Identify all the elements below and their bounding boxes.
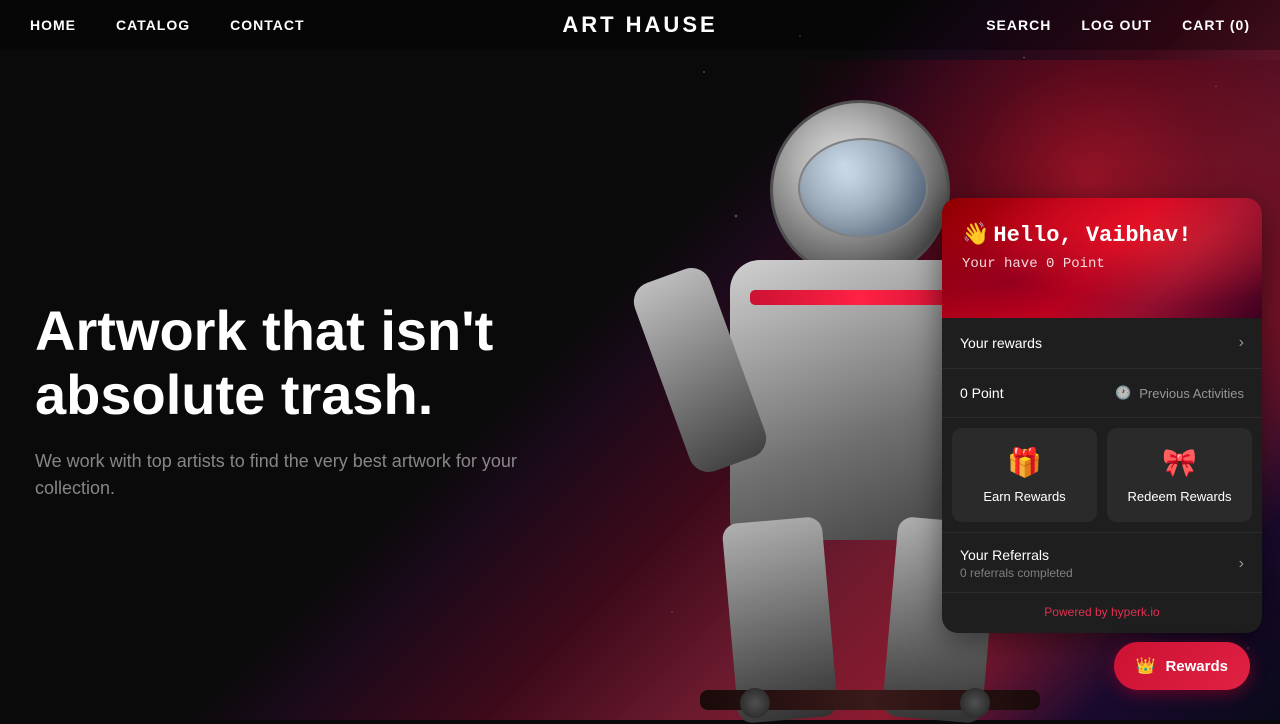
navigation: HOME CATALOG CONTACT ART HAUSE SEARCH LO… bbox=[0, 0, 1280, 50]
earn-rewards-card[interactable]: 🎁 Earn Rewards bbox=[952, 428, 1097, 522]
redeem-rewards-card[interactable]: 🎀 Redeem Rewards bbox=[1107, 428, 1252, 522]
referrals-label: Your Referrals bbox=[960, 547, 1073, 563]
nav-home[interactable]: HOME bbox=[30, 17, 76, 33]
nav-catalog[interactable]: CATALOG bbox=[116, 17, 190, 33]
nav-contact[interactable]: CONTACT bbox=[230, 17, 304, 33]
rewards-body: Your rewards › 0 Point 🕐 Previous Activi… bbox=[942, 318, 1262, 592]
referrals-sub: 0 referrals completed bbox=[960, 566, 1073, 580]
nav-logout[interactable]: LOG OUT bbox=[1081, 17, 1152, 33]
your-rewards-row[interactable]: Your rewards › bbox=[942, 318, 1262, 369]
redeem-rewards-label: Redeem Rewards bbox=[1127, 489, 1231, 504]
earn-rewards-label: Earn Rewards bbox=[983, 489, 1065, 504]
nav-right: SEARCH LOG OUT CART (0) bbox=[986, 17, 1250, 33]
rewards-footer: Powered by hyperk.io bbox=[942, 592, 1262, 633]
points-row[interactable]: 0 Point 🕐 Previous Activities bbox=[942, 369, 1262, 418]
history-icon: 🕐 bbox=[1115, 385, 1131, 401]
redeem-rewards-icon: 🎀 bbox=[1162, 446, 1197, 479]
hero-headline: Artwork that isn't absolute trash. bbox=[35, 299, 555, 428]
nav-center: ART HAUSE bbox=[562, 12, 717, 38]
your-rewards-label: Your rewards bbox=[960, 335, 1042, 351]
nav-cart[interactable]: CART (0) bbox=[1182, 17, 1250, 33]
rewards-panel: 👋Hello, Vaibhav! Your have 0 Point Your … bbox=[942, 198, 1262, 633]
rewards-greeting: 👋Hello, Vaibhav! bbox=[962, 222, 1242, 248]
brand-title: ART HAUSE bbox=[562, 12, 717, 37]
your-rewards-chevron-icon: › bbox=[1239, 334, 1244, 352]
rewards-header: 👋Hello, Vaibhav! Your have 0 Point bbox=[942, 198, 1262, 318]
points-label: 0 Point bbox=[960, 385, 1004, 401]
rewards-float-button[interactable]: 👑 Rewards bbox=[1114, 642, 1250, 690]
referrals-chevron-icon: › bbox=[1239, 555, 1244, 573]
powered-by-text: Powered by hyperk.io bbox=[1044, 605, 1159, 619]
referrals-info: Your Referrals 0 referrals completed bbox=[960, 547, 1073, 580]
rewards-float-icon: 👑 bbox=[1136, 656, 1156, 676]
powered-by-link[interactable]: hyperk.io bbox=[1111, 605, 1160, 619]
referrals-row[interactable]: Your Referrals 0 referrals completed › bbox=[942, 533, 1262, 592]
previous-activities-label: Previous Activities bbox=[1139, 386, 1244, 401]
earn-rewards-icon: 🎁 bbox=[1007, 446, 1042, 479]
rewards-cards: 🎁 Earn Rewards 🎀 Redeem Rewards bbox=[942, 418, 1262, 533]
rewards-float-label: Rewards bbox=[1165, 658, 1228, 675]
nav-left: HOME CATALOG CONTACT bbox=[30, 17, 305, 33]
wave-icon: 👋 bbox=[962, 222, 989, 248]
nav-search[interactable]: SEARCH bbox=[986, 17, 1051, 33]
hero-text-block: Artwork that isn't absolute trash. We wo… bbox=[35, 299, 555, 502]
previous-activities-group: 🕐 Previous Activities bbox=[1115, 385, 1244, 401]
rewards-points: Your have 0 Point bbox=[962, 256, 1242, 272]
hero-subtext: We work with top artists to find the ver… bbox=[35, 448, 555, 502]
